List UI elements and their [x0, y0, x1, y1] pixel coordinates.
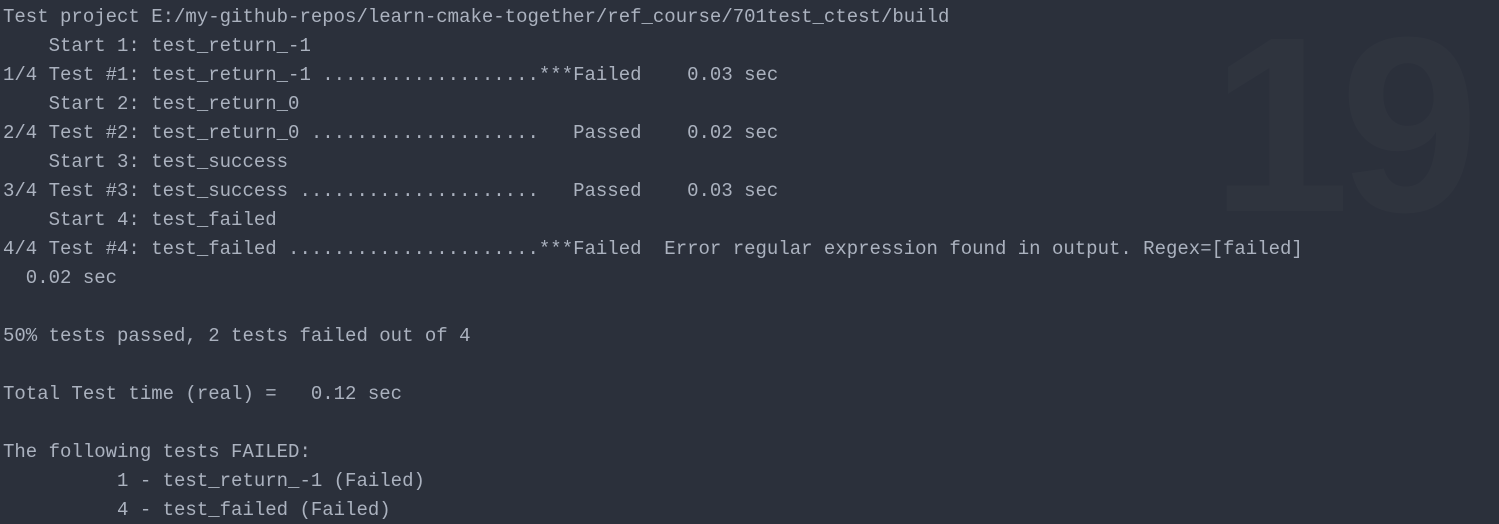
total-time-line: Total Test time (real) = 0.12 sec: [3, 383, 402, 405]
failed-test-line: 1 - test_return_-1 (Failed): [3, 470, 425, 492]
test-start-line: Start 2: test_return_0: [3, 93, 299, 115]
project-header-line: Test project E:/my-github-repos/learn-cm…: [3, 6, 949, 28]
test-start-line: Start 4: test_failed: [3, 209, 277, 231]
summary-line: 50% tests passed, 2 tests failed out of …: [3, 325, 470, 347]
test-result-line: 1/4 Test #1: test_return_-1 ............…: [3, 64, 778, 86]
failed-header-line: The following tests FAILED:: [3, 441, 311, 463]
test-result-line: 2/4 Test #2: test_return_0 .............…: [3, 122, 778, 144]
test-start-line: Start 1: test_return_-1: [3, 35, 311, 57]
test-start-line: Start 3: test_success: [3, 151, 288, 173]
test-result-line: 4/4 Test #4: test_failed ...............…: [3, 238, 1303, 289]
test-result-line: 3/4 Test #3: test_success ..............…: [3, 180, 778, 202]
terminal-output: Test project E:/my-github-repos/learn-cm…: [0, 0, 1499, 524]
failed-test-line: 4 - test_failed (Failed): [3, 499, 391, 521]
